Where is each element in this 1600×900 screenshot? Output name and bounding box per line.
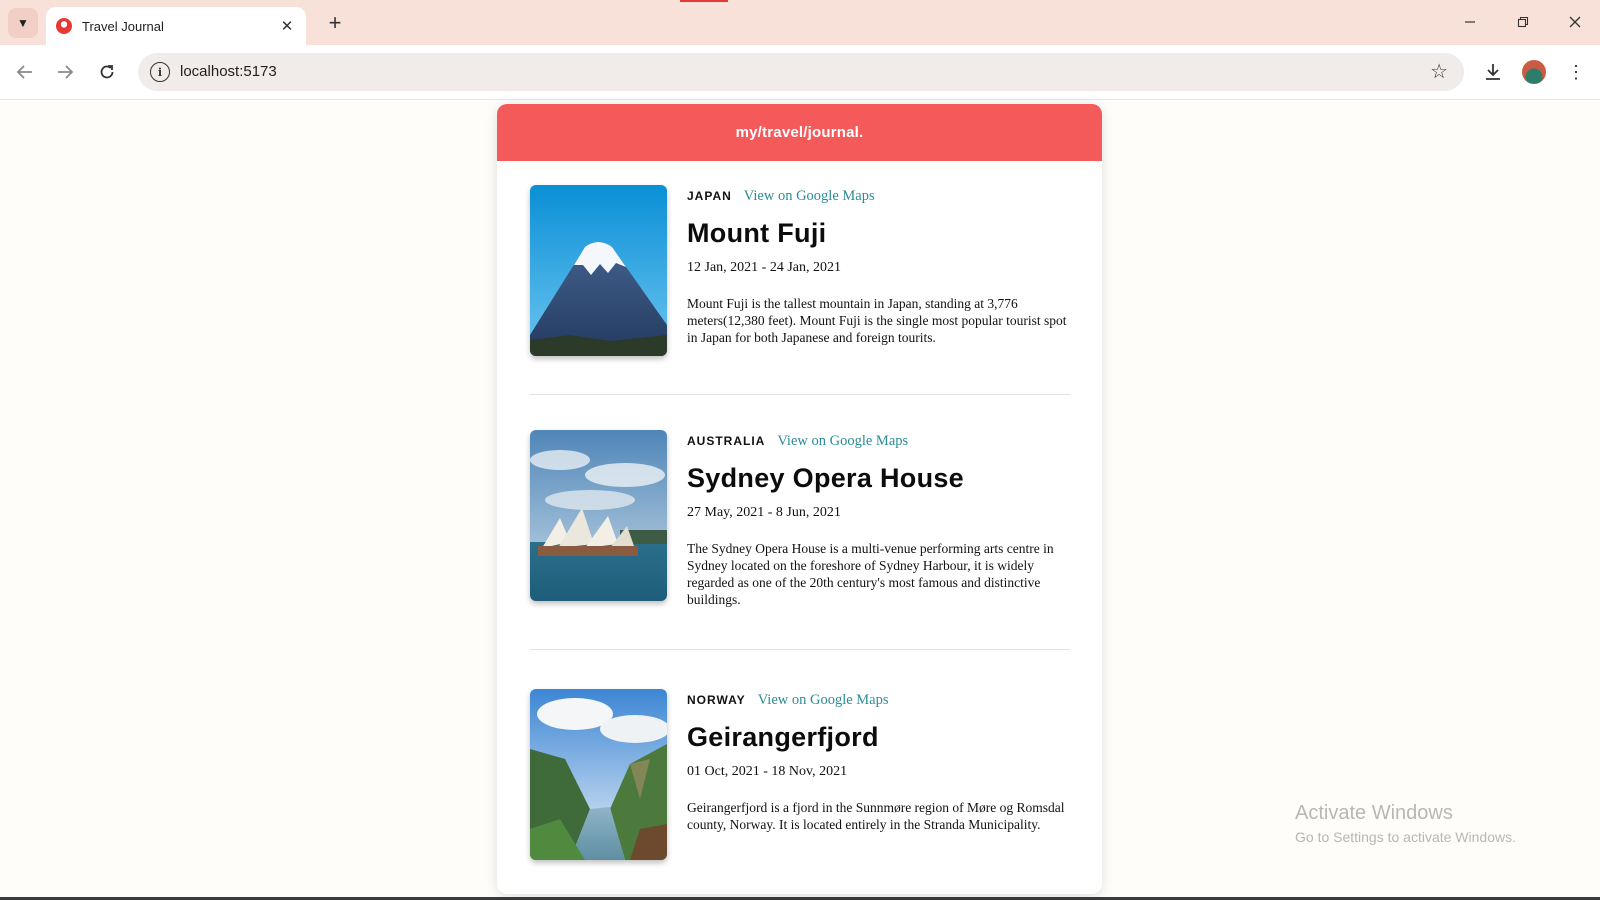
close-icon [1569,16,1581,28]
entry-title: Geirangerfjord [687,722,879,752]
new-tab-button[interactable]: + [322,10,348,36]
minimize-button[interactable] [1450,8,1490,36]
star-icon[interactable]: ☆ [1430,59,1448,84]
location-row: JAPAN View on Google Maps [687,188,1072,205]
entry-title: Sydney Opera House [687,463,964,493]
entry-dates: 01 Oct, 2021 - 18 Nov, 2021 [687,764,848,779]
watermark-title: Activate Windows [1295,802,1453,824]
entry-body: NORWAY View on Google Maps Geirangerfjor… [687,689,1072,833]
close-tab-button[interactable]: ✕ [276,15,298,37]
kebab-menu-icon: ⋮ [1567,61,1585,82]
minimize-icon [1465,21,1475,23]
tab-search-button[interactable]: ▼ [8,8,38,38]
entry-country: AUSTRALIA [687,434,766,448]
close-window-button[interactable] [1555,8,1595,36]
arrow-right-icon [58,65,74,79]
downloads-button[interactable] [1478,57,1508,87]
watermark-subtitle: Go to Settings to activate Windows. [1295,829,1516,845]
avatar-icon [1522,60,1546,84]
reload-button[interactable] [92,57,122,87]
url-text[interactable]: localhost:5173 [180,63,277,80]
info-icon[interactable]: i [150,62,170,82]
entry-image-geirangerfjord [530,689,667,860]
entry-country: JAPAN [687,189,732,203]
entry-image-sydney-opera-house [530,430,667,601]
google-maps-link[interactable]: View on Google Maps [777,433,908,450]
entry-title: Mount Fuji [687,218,827,248]
app-title: my/travel/journal. [735,124,864,141]
location-row: AUSTRALIA View on Google Maps [687,433,1072,450]
travel-favicon-icon [56,18,72,34]
browser-toolbar: i localhost:5173 ☆ ⋮ [0,45,1600,100]
tab-title: Travel Journal [82,18,164,34]
browser-tabstrip: ▼ Travel Journal ✕ + [0,0,1600,45]
tabstrip-accent [680,0,728,2]
restore-icon [1517,16,1529,28]
back-button[interactable] [10,57,40,87]
entry-dates: 27 May, 2021 - 8 Jun, 2021 [687,505,841,520]
entry-divider [530,649,1070,650]
entry-description: The Sydney Opera House is a multi-venue … [687,541,1054,607]
entry-country: NORWAY [687,693,746,707]
forward-button[interactable] [50,57,80,87]
reload-icon [100,65,114,79]
tab-travel-journal[interactable]: Travel Journal ✕ [46,7,306,45]
menu-button[interactable]: ⋮ [1561,57,1591,87]
arrow-left-icon [16,65,32,79]
app-header: my/travel/journal. [497,104,1102,161]
google-maps-link[interactable]: View on Google Maps [758,692,889,709]
entry-divider [530,394,1070,395]
location-row: NORWAY View on Google Maps [687,692,1072,709]
plus-icon: + [328,10,342,35]
travel-journal-app: my/travel/journal. JAPAN View on Google … [497,104,1102,894]
download-icon [1486,64,1500,80]
profile-button[interactable] [1519,57,1549,87]
entry-description: Geirangerfjord is a fjord in the Sunnmør… [687,800,1065,832]
chevron-down-icon: ▼ [17,16,29,30]
entry-image-mount-fuji [530,185,667,356]
google-maps-link[interactable]: View on Google Maps [744,188,875,205]
entry-description: Mount Fuji is the tallest mountain in Ja… [687,296,1067,345]
entry-body: JAPAN View on Google Maps Mount Fuji 12 … [687,185,1072,346]
restore-button[interactable] [1503,8,1543,36]
address-bar[interactable]: i localhost:5173 ☆ [138,53,1464,91]
entry-body: AUSTRALIA View on Google Maps Sydney Ope… [687,430,1072,608]
entry-dates: 12 Jan, 2021 - 24 Jan, 2021 [687,260,841,275]
activate-windows-watermark: Activate Windows Go to Settings to activ… [1295,802,1516,845]
